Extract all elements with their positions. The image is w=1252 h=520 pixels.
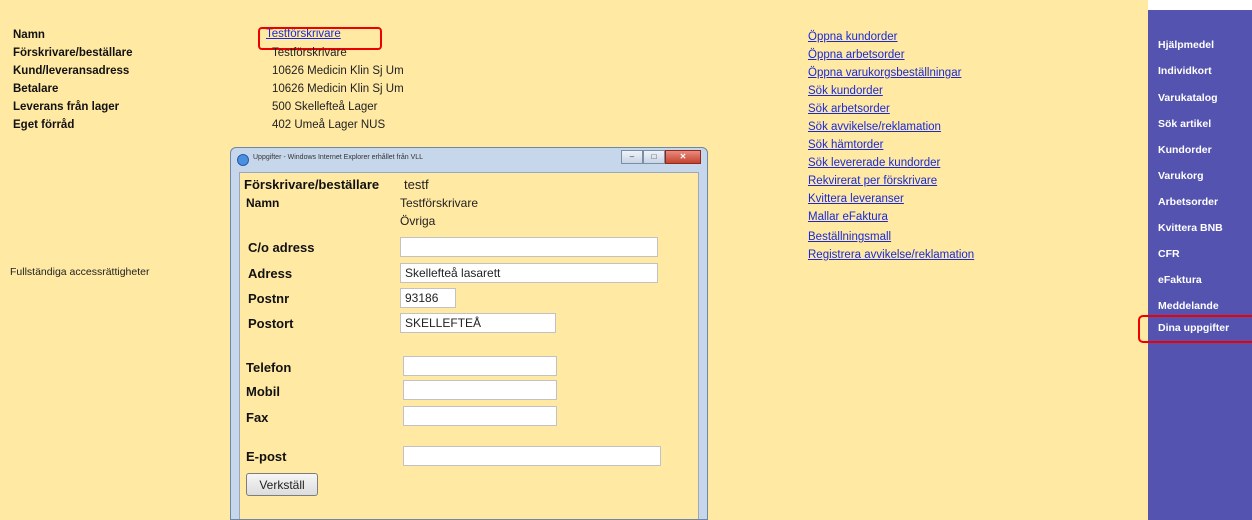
adress-label: Adress bbox=[248, 266, 293, 281]
epost-input[interactable] bbox=[403, 446, 661, 466]
link-kvittera-leveranser[interactable]: Kvittera leveranser bbox=[808, 193, 904, 205]
access-text: Fullständiga accessrättigheter bbox=[10, 266, 150, 278]
popup-content: Förskrivare/beställare testf Namn Testfö… bbox=[239, 172, 699, 519]
sidebar-item-varukorg[interactable]: Varukorg bbox=[1158, 170, 1204, 182]
namn-value: Testförskrivare bbox=[400, 196, 479, 210]
sidebar-item-kvittera-bnb[interactable]: Kvittera BNB bbox=[1158, 222, 1223, 234]
link-mallar-efaktura[interactable]: Mallar eFaktura bbox=[808, 211, 888, 223]
telefon-input[interactable] bbox=[403, 356, 557, 376]
sidebar-item-cfr[interactable]: CFR bbox=[1158, 248, 1180, 260]
link-sok-avvikelse[interactable]: Sök avvikelse/reklamation bbox=[808, 121, 941, 133]
maximize-icon[interactable]: □ bbox=[643, 150, 665, 164]
popup-window: Uppgifter - Windows Internet Explorer er… bbox=[230, 147, 708, 520]
nav-highlight bbox=[1138, 315, 1252, 343]
popup-title: Uppgifter - Windows Internet Explorer er… bbox=[253, 154, 424, 161]
namn-value-ovriga: Övriga bbox=[400, 214, 436, 228]
apply-button[interactable]: Verkställ bbox=[246, 473, 318, 496]
namn-label: Namn bbox=[246, 196, 280, 210]
link-sok-kundorder[interactable]: Sök kundorder bbox=[808, 85, 883, 97]
link-sok-levererade[interactable]: Sök levererade kundorder bbox=[808, 157, 940, 169]
link-sok-arbetsorder[interactable]: Sök arbetsorder bbox=[808, 103, 890, 115]
info-value-leverans: 500 Skellefteå Lager bbox=[272, 101, 378, 113]
sidebar-item-efaktura[interactable]: eFaktura bbox=[1158, 274, 1202, 286]
close-icon[interactable]: ✕ bbox=[665, 150, 701, 164]
sidebar-item-meddelande[interactable]: Meddelande bbox=[1158, 300, 1219, 312]
info-label-namn: Namn bbox=[13, 29, 45, 41]
fax-input[interactable] bbox=[403, 406, 557, 426]
fax-label: Fax bbox=[246, 410, 269, 425]
telefon-label: Telefon bbox=[246, 360, 292, 375]
sidebar-item-arbetsorder[interactable]: Arbetsorder bbox=[1158, 196, 1218, 208]
postnr-label: Postnr bbox=[248, 291, 290, 306]
adress-input[interactable] bbox=[400, 263, 658, 283]
sidebar-item-kundorder[interactable]: Kundorder bbox=[1158, 144, 1212, 156]
info-value-forrad: 402 Umeå Lager NUS bbox=[272, 119, 386, 131]
mobil-label: Mobil bbox=[246, 384, 280, 399]
info-label-kund: Kund/leveransadress bbox=[13, 65, 130, 77]
sidebar-item-hjalpmedel[interactable]: Hjälpmedel bbox=[1158, 39, 1214, 51]
sidebar-item-varukatalog[interactable]: Varukatalog bbox=[1158, 92, 1218, 104]
forskrivare-label: Förskrivare/beställare bbox=[244, 177, 380, 192]
link-oppna-kundorder[interactable]: Öppna kundorder bbox=[808, 31, 898, 43]
minimize-icon[interactable]: – bbox=[621, 150, 643, 164]
co-adress-input[interactable] bbox=[400, 237, 658, 257]
link-bestallningsmall[interactable]: Beställningsmall bbox=[808, 231, 891, 243]
sidebar-item-individkort[interactable]: Individkort bbox=[1158, 65, 1212, 77]
link-registrera-avvikelse[interactable]: Registrera avvikelse/reklamation bbox=[808, 249, 974, 261]
sidebar bbox=[1148, 10, 1252, 520]
info-label-forrad: Eget förråd bbox=[13, 119, 75, 131]
epost-label: E-post bbox=[246, 449, 287, 464]
co-adress-label: C/o adress bbox=[248, 240, 315, 255]
info-value-kund: 10626 Medicin Klin Sj Um bbox=[272, 65, 404, 77]
link-rekvirerat[interactable]: Rekvirerat per förskrivare bbox=[808, 175, 937, 187]
popup-titlebar[interactable]: Uppgifter - Windows Internet Explorer er… bbox=[231, 148, 707, 170]
info-value-betalare: 10626 Medicin Klin Sj Um bbox=[272, 83, 404, 95]
info-value-forskrivare: Testförskrivare bbox=[272, 47, 347, 59]
info-label-betalare: Betalare bbox=[13, 83, 59, 95]
link-oppna-arbetsorder[interactable]: Öppna arbetsorder bbox=[808, 49, 905, 61]
forskrivare-value: testf bbox=[404, 177, 429, 192]
mobil-input[interactable] bbox=[403, 380, 557, 400]
link-oppna-varukorgsbestallningar[interactable]: Öppna varukorgsbeställningar bbox=[808, 67, 961, 79]
info-label-forskrivare: Förskrivare/beställare bbox=[13, 47, 133, 59]
info-label-leverans: Leverans från lager bbox=[13, 101, 120, 113]
postnr-input[interactable] bbox=[400, 288, 456, 308]
window-controls: – □ ✕ bbox=[621, 150, 701, 164]
postort-input[interactable] bbox=[400, 313, 556, 333]
sidebar-item-sok-artikel[interactable]: Sök artikel bbox=[1158, 118, 1211, 130]
link-sok-hamtorder[interactable]: Sök hämtorder bbox=[808, 139, 883, 151]
postort-label: Postort bbox=[248, 316, 294, 331]
ie-icon bbox=[237, 154, 249, 166]
